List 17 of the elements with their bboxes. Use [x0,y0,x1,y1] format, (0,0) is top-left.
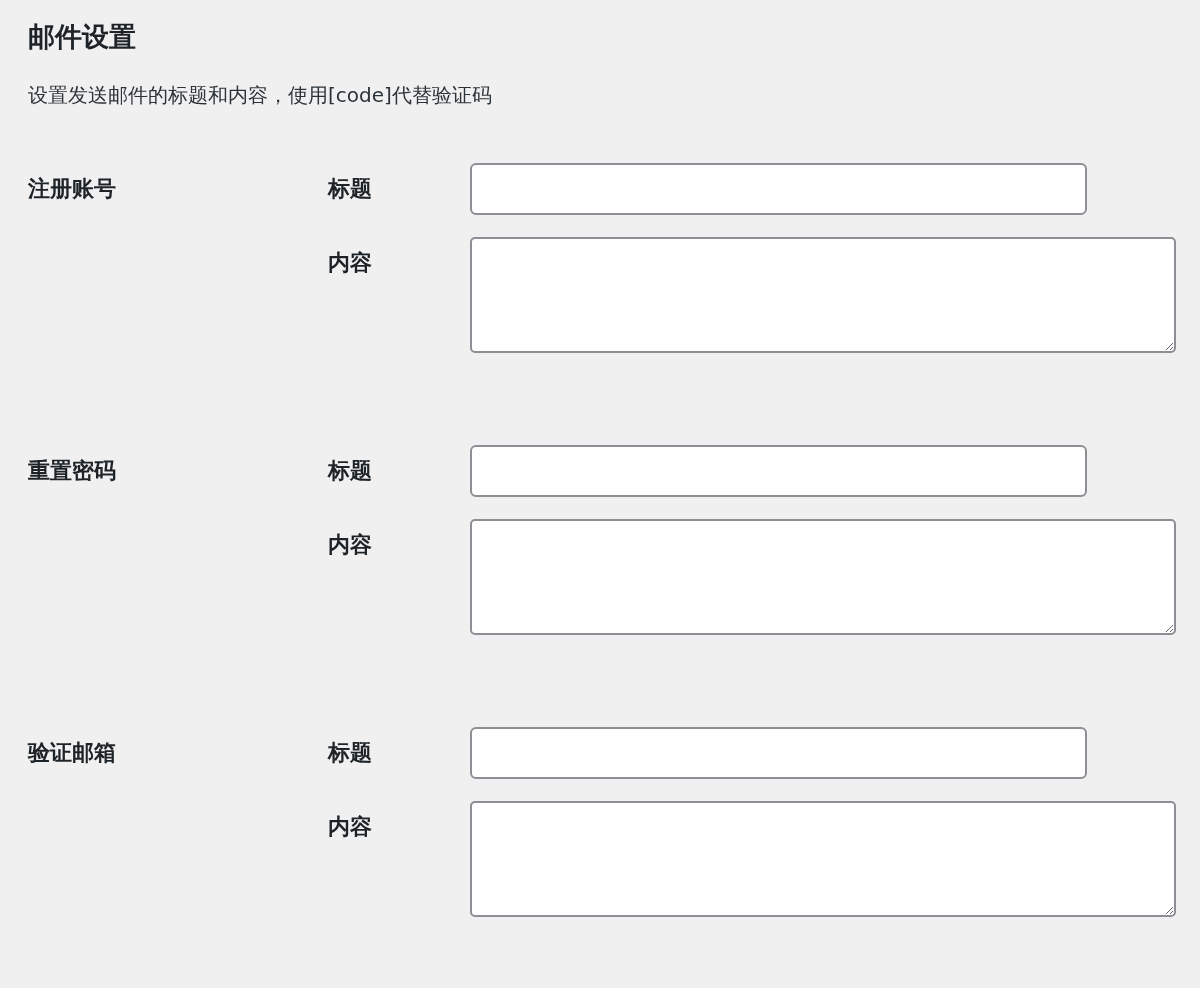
field-label: 标题 [328,740,372,765]
field-label: 内容 [328,532,372,557]
field-label: 标题 [328,176,372,201]
section-label: 重置密码 [28,458,116,483]
input-field[interactable] [470,445,1087,497]
input-field[interactable] [470,163,1087,215]
text-area[interactable] [470,519,1176,635]
field-label: 标题 [328,458,372,483]
text-area[interactable] [470,801,1176,917]
field-label: 内容 [328,250,372,275]
page-title: 邮件设置 [28,20,137,54]
input-field[interactable] [470,727,1087,779]
section-label: 注册账号 [28,176,116,201]
description-text: 设置发送邮件的标题和内容，使用[code]代替验证码 [28,82,493,109]
text-area[interactable] [470,237,1176,353]
section-label: 验证邮箱 [28,740,116,765]
field-label: 内容 [328,814,372,839]
